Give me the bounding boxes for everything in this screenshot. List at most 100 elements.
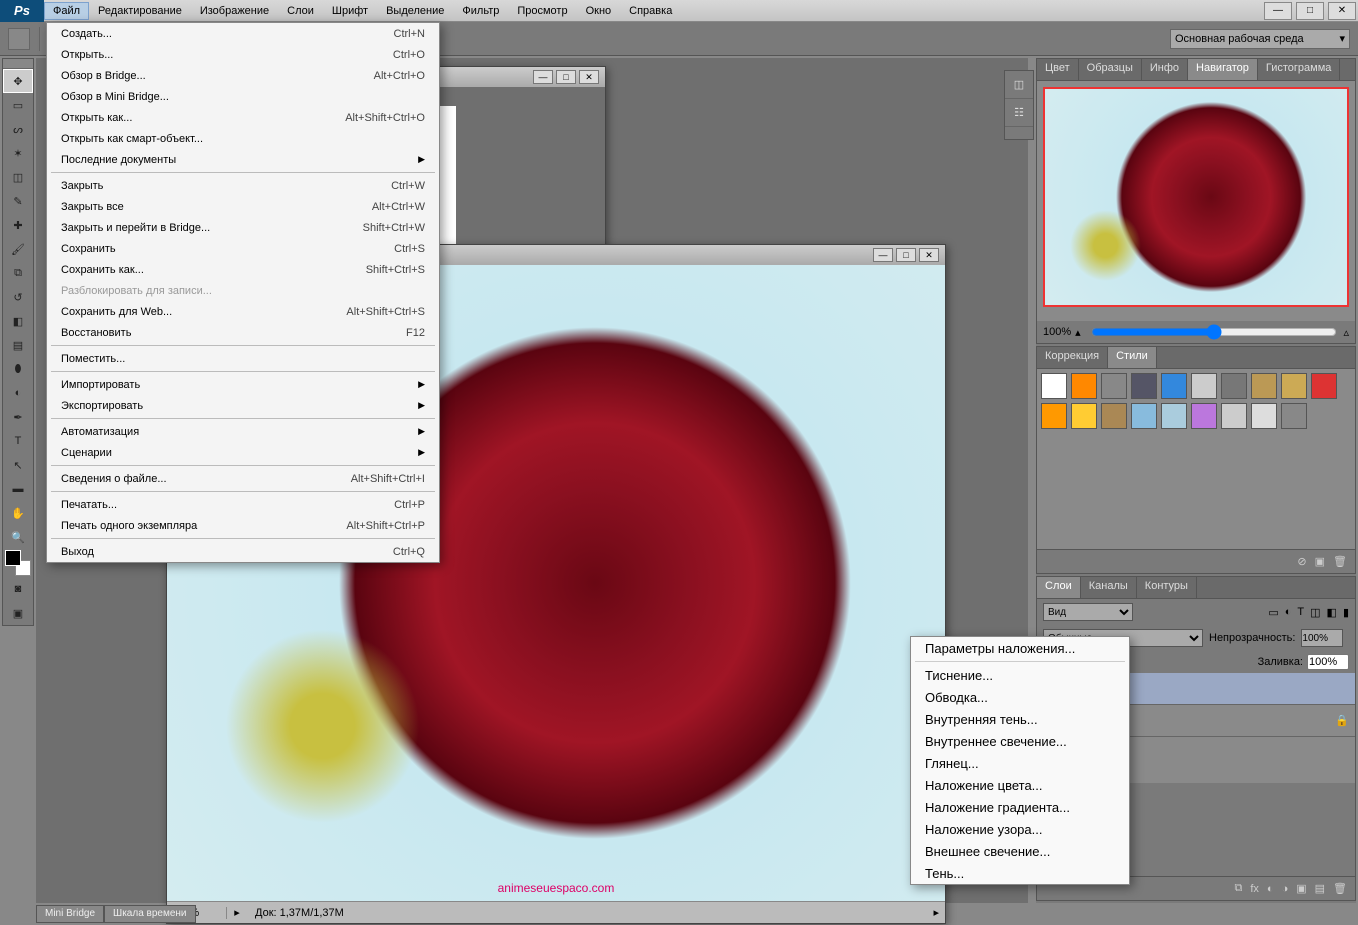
- style-swatch[interactable]: [1221, 373, 1247, 399]
- menu-item[interactable]: СохранитьCtrl+S: [47, 238, 439, 259]
- filter-icon[interactable]: ▭: [1268, 606, 1278, 619]
- menu-item[interactable]: Создать...Ctrl+N: [47, 23, 439, 44]
- dodge-tool[interactable]: ◐: [3, 381, 33, 405]
- new-layer-icon[interactable]: ▤: [1315, 882, 1325, 895]
- menu-item[interactable]: Сценарии▶: [47, 442, 439, 463]
- menu-item[interactable]: Открыть как...Alt+Shift+Ctrl+O: [47, 107, 439, 128]
- style-swatch[interactable]: [1071, 403, 1097, 429]
- menu-item[interactable]: Сведения о файле...Alt+Shift+Ctrl+I: [47, 468, 439, 489]
- menu-item[interactable]: Экспортировать▶: [47, 395, 439, 416]
- zoom-in-icon[interactable]: ▵: [1343, 326, 1349, 339]
- style-swatch[interactable]: [1101, 403, 1127, 429]
- menu-item[interactable]: Последние документы▶: [47, 149, 439, 170]
- panel-tab[interactable]: Образцы: [1079, 59, 1142, 80]
- bottom-tab[interactable]: Шкала времени: [104, 905, 195, 923]
- fill-input[interactable]: [1307, 654, 1349, 670]
- mask-icon[interactable]: ◐: [1267, 883, 1274, 895]
- panel-tab[interactable]: Слои: [1037, 577, 1081, 598]
- menu-item[interactable]: Автоматизация▶: [47, 421, 439, 442]
- panel-icon[interactable]: ◫: [1005, 71, 1033, 99]
- eraser-tool[interactable]: ◧: [3, 309, 33, 333]
- menu-слои[interactable]: Слои: [278, 2, 323, 20]
- panel-tab[interactable]: Гистограмма: [1258, 59, 1341, 80]
- context-item[interactable]: Наложение цвета...: [911, 774, 1129, 796]
- context-item[interactable]: Тень...: [911, 862, 1129, 884]
- style-swatch[interactable]: [1311, 373, 1337, 399]
- panel-icon[interactable]: ☷: [1005, 99, 1033, 127]
- tool-preset-icon[interactable]: [8, 28, 30, 50]
- menu-item[interactable]: ВосстановитьF12: [47, 322, 439, 343]
- filter-icon[interactable]: ◫: [1310, 606, 1320, 619]
- style-swatch[interactable]: [1161, 403, 1187, 429]
- filter-icon[interactable]: ◐: [1285, 606, 1292, 618]
- hand-tool[interactable]: ✋: [3, 501, 33, 525]
- quickmask-tool[interactable]: ◙: [3, 577, 33, 601]
- context-item[interactable]: Параметры наложения...: [911, 637, 1129, 659]
- doc-maximize-button[interactable]: □: [556, 70, 576, 84]
- panel-tab[interactable]: Стили: [1108, 347, 1157, 368]
- menu-просмотр[interactable]: Просмотр: [508, 2, 576, 20]
- navigator-thumbnail[interactable]: [1043, 87, 1349, 307]
- menu-item[interactable]: Обзор в Bridge...Alt+Ctrl+O: [47, 65, 439, 86]
- style-swatch[interactable]: [1041, 403, 1067, 429]
- brush-tool[interactable]: 🖌: [3, 237, 33, 261]
- filter-icon[interactable]: T: [1297, 606, 1304, 618]
- adjustment-icon[interactable]: ◑: [1282, 883, 1289, 895]
- menu-item[interactable]: Печатать...Ctrl+P: [47, 494, 439, 515]
- style-swatch[interactable]: [1281, 403, 1307, 429]
- panel-tab[interactable]: Коррекция: [1037, 347, 1108, 368]
- shape-tool[interactable]: ▬: [3, 477, 33, 501]
- style-swatch[interactable]: [1131, 403, 1157, 429]
- color-swatch[interactable]: [3, 549, 33, 577]
- gradient-tool[interactable]: ▤: [3, 333, 33, 357]
- pen-tool[interactable]: ✒: [3, 405, 33, 429]
- new-icon[interactable]: ▣: [1315, 555, 1325, 568]
- maximize-button[interactable]: □: [1296, 2, 1324, 20]
- menu-item[interactable]: Закрыть всеAlt+Ctrl+W: [47, 196, 439, 217]
- doc-close-button[interactable]: ✕: [579, 70, 599, 84]
- workspace-dropdown[interactable]: Основная рабочая среда▾: [1170, 29, 1350, 49]
- filter-icon[interactable]: ◧: [1327, 606, 1337, 619]
- menu-item[interactable]: Поместить...: [47, 348, 439, 369]
- history-brush-tool[interactable]: ↺: [3, 285, 33, 309]
- layer-filter-dropdown[interactable]: Вид: [1043, 603, 1133, 621]
- zoom-out-icon[interactable]: ▴: [1075, 326, 1081, 339]
- menu-фильтр[interactable]: Фильтр: [453, 2, 508, 20]
- panel-tab[interactable]: Инфо: [1142, 59, 1188, 80]
- menu-item[interactable]: ВыходCtrl+Q: [47, 541, 439, 562]
- style-swatch[interactable]: [1221, 403, 1247, 429]
- navigator-thumbnail-area[interactable]: [1037, 81, 1355, 321]
- style-swatch[interactable]: [1101, 373, 1127, 399]
- filter-toggle[interactable]: ▮: [1343, 606, 1349, 619]
- menu-item[interactable]: Импортировать▶: [47, 374, 439, 395]
- context-item[interactable]: Внутренняя тень...: [911, 708, 1129, 730]
- panel-tab[interactable]: Навигатор: [1188, 59, 1258, 80]
- menu-изображение[interactable]: Изображение: [191, 2, 278, 20]
- menu-редактирование[interactable]: Редактирование: [89, 2, 191, 20]
- menu-шрифт[interactable]: Шрифт: [323, 2, 377, 20]
- style-swatch[interactable]: [1191, 373, 1217, 399]
- menu-выделение[interactable]: Выделение: [377, 2, 453, 20]
- trash-icon[interactable]: 🗑: [1333, 555, 1347, 568]
- style-swatch[interactable]: [1131, 373, 1157, 399]
- context-item[interactable]: Внешнее свечение...: [911, 840, 1129, 862]
- menu-файл[interactable]: Файл: [44, 2, 89, 20]
- lasso-tool[interactable]: ᔕ: [3, 117, 33, 141]
- bottom-tab[interactable]: Mini Bridge: [36, 905, 104, 923]
- context-item[interactable]: Наложение градиента...: [911, 796, 1129, 818]
- toolbox-grip[interactable]: [3, 59, 33, 69]
- menu-item[interactable]: Обзор в Mini Bridge...: [47, 86, 439, 107]
- doc-maximize-button[interactable]: □: [896, 248, 916, 262]
- doc-close-button[interactable]: ✕: [919, 248, 939, 262]
- menu-item[interactable]: Открыть как смарт-объект...: [47, 128, 439, 149]
- style-swatch[interactable]: [1161, 373, 1187, 399]
- chevron-right-icon[interactable]: ▸: [227, 906, 247, 919]
- wand-tool[interactable]: ✶: [3, 141, 33, 165]
- healing-tool[interactable]: ✚: [3, 213, 33, 237]
- path-tool[interactable]: ↖: [3, 453, 33, 477]
- type-tool[interactable]: T: [3, 429, 33, 453]
- style-swatch[interactable]: [1071, 373, 1097, 399]
- context-item[interactable]: Внутреннее свечение...: [911, 730, 1129, 752]
- menu-справка[interactable]: Справка: [620, 2, 681, 20]
- context-item[interactable]: Обводка...: [911, 686, 1129, 708]
